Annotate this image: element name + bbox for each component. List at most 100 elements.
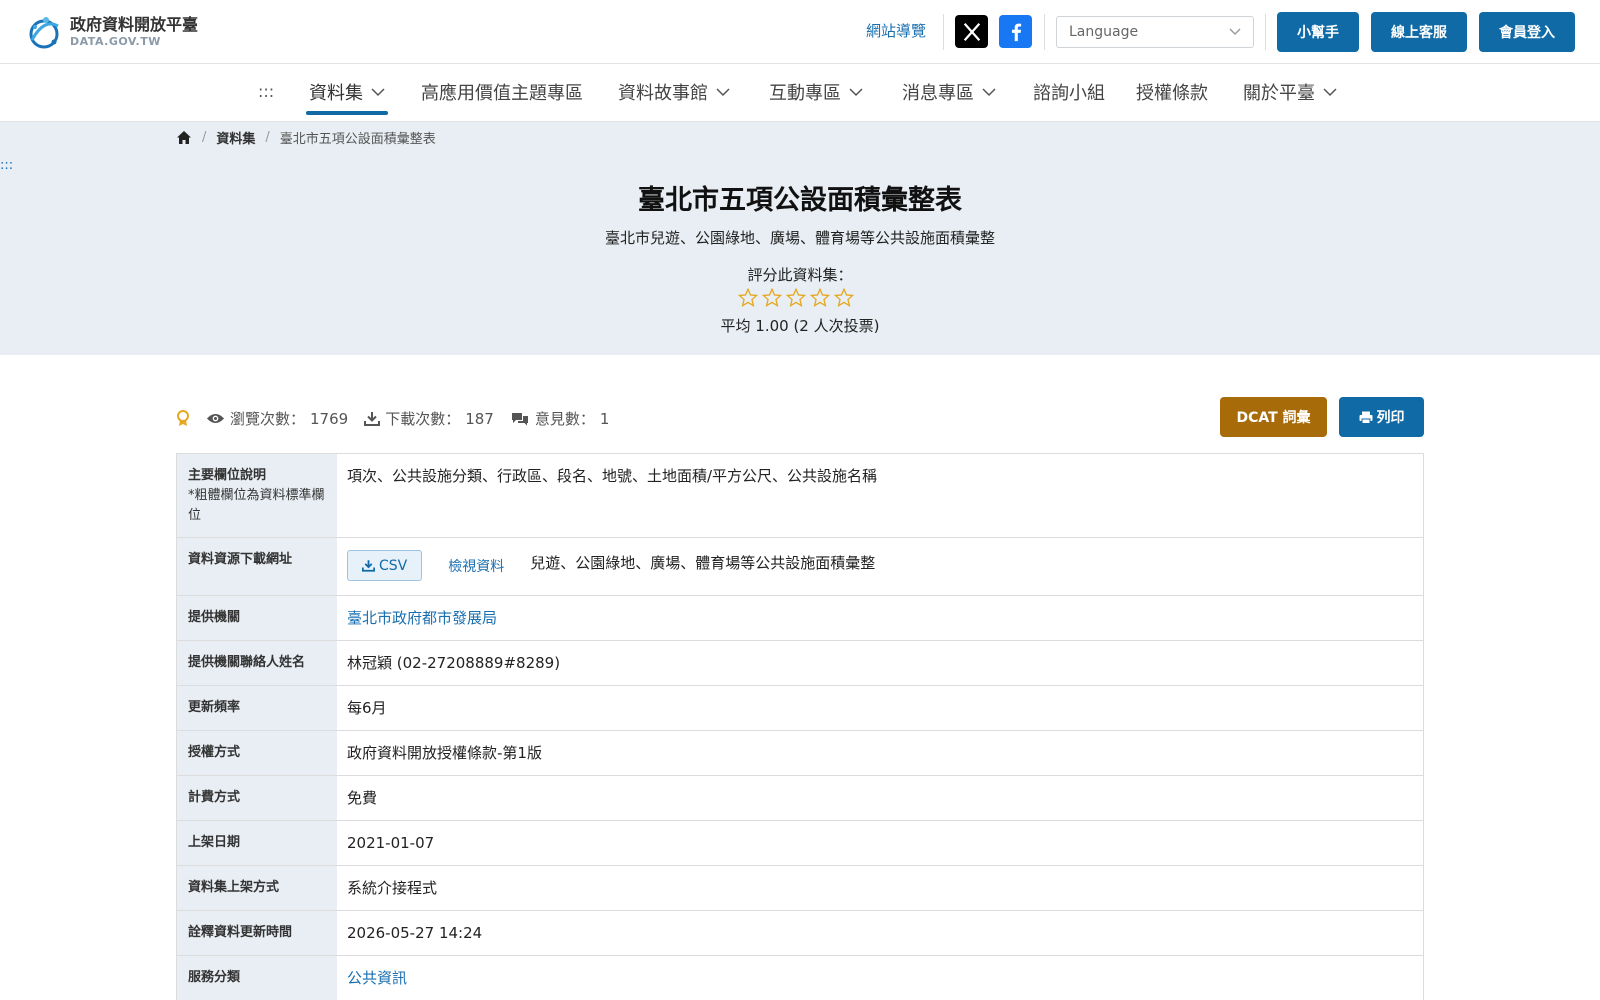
language-select-value: Language (1069, 24, 1139, 40)
download-icon (364, 412, 381, 426)
content-anchor[interactable]: ::: (0, 158, 13, 173)
breadcrumb-separator: / (202, 130, 207, 145)
divider (943, 14, 944, 50)
nav-item-advisory[interactable]: 諮詢小組 (1033, 80, 1105, 104)
nav-item-interactive[interactable]: 互動專區 (769, 80, 863, 104)
nav-item-license[interactable]: 授權條款 (1136, 80, 1208, 104)
info-row-metadata-updated: 詮釋資料更新時間 2026-05-27 14:24 (177, 911, 1423, 956)
views-count: 1769 (310, 409, 349, 428)
info-value: 系統介接程式 (347, 879, 438, 897)
info-key: 服務分類 (177, 956, 337, 1000)
download-icon (362, 560, 375, 572)
breadcrumb-current: 臺北市五項公設面積彙整表 (279, 132, 436, 147)
info-value: 政府資料開放授權條款-第1版 (347, 744, 542, 762)
nav-label: 互動專區 (769, 83, 841, 104)
info-key: 提供機關 (177, 596, 337, 640)
chevron-down-icon (1323, 87, 1337, 96)
info-row-resource: 資料資源下載網址 CSV 檢視資料 兒遊、公園綠地、廣場、體育場等公共設施面積彙… (177, 538, 1423, 596)
main-nav: ::: 資料集 高應用價值主題專區 資料故事館 互動專區 消息專區 諮詢小組 授… (0, 64, 1600, 122)
nav-label: 資料集 (309, 83, 363, 104)
logo-subtitle: DATA.GOV.TW (70, 35, 161, 48)
home-icon[interactable] (176, 130, 192, 145)
resource-description: 兒遊、公園綠地、廣場、體育場等公共設施面積彙整 (530, 554, 876, 572)
rating-average: 平均 1.00 (2 人次投票) (720, 317, 880, 335)
star-icon[interactable] (738, 288, 758, 307)
badge-stat (176, 410, 190, 427)
chevron-down-icon (371, 87, 385, 96)
info-value: CSV 檢視資料 兒遊、公園綠地、廣場、體育場等公共設施面積彙整 (337, 538, 1423, 595)
category-link[interactable]: 公共資訊 (337, 956, 1423, 1000)
comments-label: 意見數： (534, 410, 595, 428)
csv-label: CSV (379, 557, 408, 574)
star-icon[interactable] (834, 288, 854, 307)
csv-download-button[interactable]: CSV (347, 550, 423, 581)
dataset-hero: / 資料集 / 臺北市五項公設面積彙整表 ::: 臺北市五項公設面積彙整表 臺北… (0, 122, 1600, 355)
info-key: 上架日期 (177, 821, 337, 865)
info-value: 2021-01-07 (347, 834, 435, 852)
online-service-button[interactable]: 線上客服 (1371, 12, 1467, 52)
star-icon[interactable] (786, 288, 806, 307)
rating-stars[interactable] (738, 288, 854, 307)
info-row-category: 服務分類 公共資訊 (177, 956, 1423, 1000)
star-icon[interactable] (762, 288, 782, 307)
nav-label: 消息專區 (902, 83, 974, 104)
info-key: 計費方式 (177, 776, 337, 820)
facebook-icon[interactable] (999, 15, 1032, 48)
helper-button[interactable]: 小幫手 (1277, 12, 1359, 52)
breadcrumb-datasets[interactable]: 資料集 (216, 128, 255, 147)
divider (1265, 14, 1266, 50)
info-row-fields: 主要欄位說明 *粗體欄位為資料標準欄位 項次、公共設施分類、行政區、段名、地號、… (177, 454, 1423, 538)
sitemap-link[interactable]: 網站導覽 (866, 20, 926, 41)
nav-label: 關於平臺 (1243, 83, 1315, 104)
downloads-label: 下載次數： (385, 410, 461, 428)
info-key: 主要欄位說明 *粗體欄位為資料標準欄位 (177, 454, 337, 537)
member-login-button[interactable]: 會員登入 (1479, 12, 1575, 52)
nav-item-high-value[interactable]: 高應用價值主題專區 (421, 80, 583, 104)
nav-item-about[interactable]: 關於平臺 (1243, 80, 1337, 104)
eye-icon (206, 413, 225, 424)
agency-link[interactable]: 臺北市政府都市發展局 (337, 596, 1423, 640)
info-value: 每6月 (347, 699, 387, 717)
rating-label: 評分此資料集： (747, 266, 853, 284)
nav-label: 高應用價值主題專區 (421, 83, 583, 104)
info-row-license: 授權方式 政府資料開放授權條款-第1版 (177, 731, 1423, 776)
dcat-vocab-button[interactable]: DCAT 詞彙 (1220, 397, 1327, 437)
nav-item-news[interactable]: 消息專區 (902, 80, 996, 104)
info-key: 更新頻率 (177, 686, 337, 730)
site-logo[interactable]: 政府資料開放平臺 DATA.GOV.TW (24, 12, 214, 52)
comments-count: 1 (599, 409, 610, 428)
print-label: 列印 (1376, 410, 1405, 426)
info-row-frequency: 更新頻率 每6月 (177, 686, 1423, 731)
fields-note: *粗體欄位為資料標準欄位 (188, 488, 325, 523)
star-icon[interactable] (810, 288, 830, 307)
comments-stat: 意見數： 1 (510, 408, 610, 429)
chevron-down-icon (849, 87, 863, 96)
views-stat: 瀏覽次數： 1769 (206, 408, 348, 429)
nav-item-datasets[interactable]: 資料集 (309, 80, 385, 104)
info-key: 提供機關聯絡人姓名 (177, 641, 337, 685)
divider (1044, 14, 1045, 50)
language-select[interactable]: Language (1056, 16, 1254, 48)
nav-label: 授權條款 (1136, 83, 1208, 104)
printer-icon (1359, 411, 1372, 424)
downloads-stat: 下載次數： 187 (364, 408, 494, 429)
award-icon (177, 410, 189, 426)
info-value: 免費 (347, 789, 378, 807)
nav-item-stories[interactable]: 資料故事館 (618, 80, 730, 104)
chevron-down-icon (716, 87, 730, 96)
print-button[interactable]: 列印 (1339, 397, 1424, 437)
breadcrumb-separator: / (265, 130, 270, 145)
logo-title: 政府資料開放平臺 (70, 15, 199, 34)
downloads-count: 187 (465, 409, 494, 428)
active-nav-indicator (306, 111, 388, 115)
nav-label: 諮詢小組 (1033, 83, 1105, 104)
info-row-date: 上架日期 2021-01-07 (177, 821, 1423, 866)
view-data-link[interactable]: 檢視資料 (448, 557, 504, 577)
comments-icon (511, 412, 528, 425)
dataset-stats: 瀏覽次數： 1769 下載次數： 187 意見數： 1 (176, 408, 625, 429)
x-twitter-icon[interactable] (955, 15, 988, 48)
accesskey-anchor[interactable]: ::: (258, 82, 274, 101)
chevron-down-icon (1229, 28, 1241, 35)
info-row-agency: 提供機關 臺北市政府都市發展局 (177, 596, 1423, 641)
info-value: 項次、公共設施分類、行政區、段名、地號、土地面積/平方公尺、公共設施名稱 (347, 467, 878, 485)
